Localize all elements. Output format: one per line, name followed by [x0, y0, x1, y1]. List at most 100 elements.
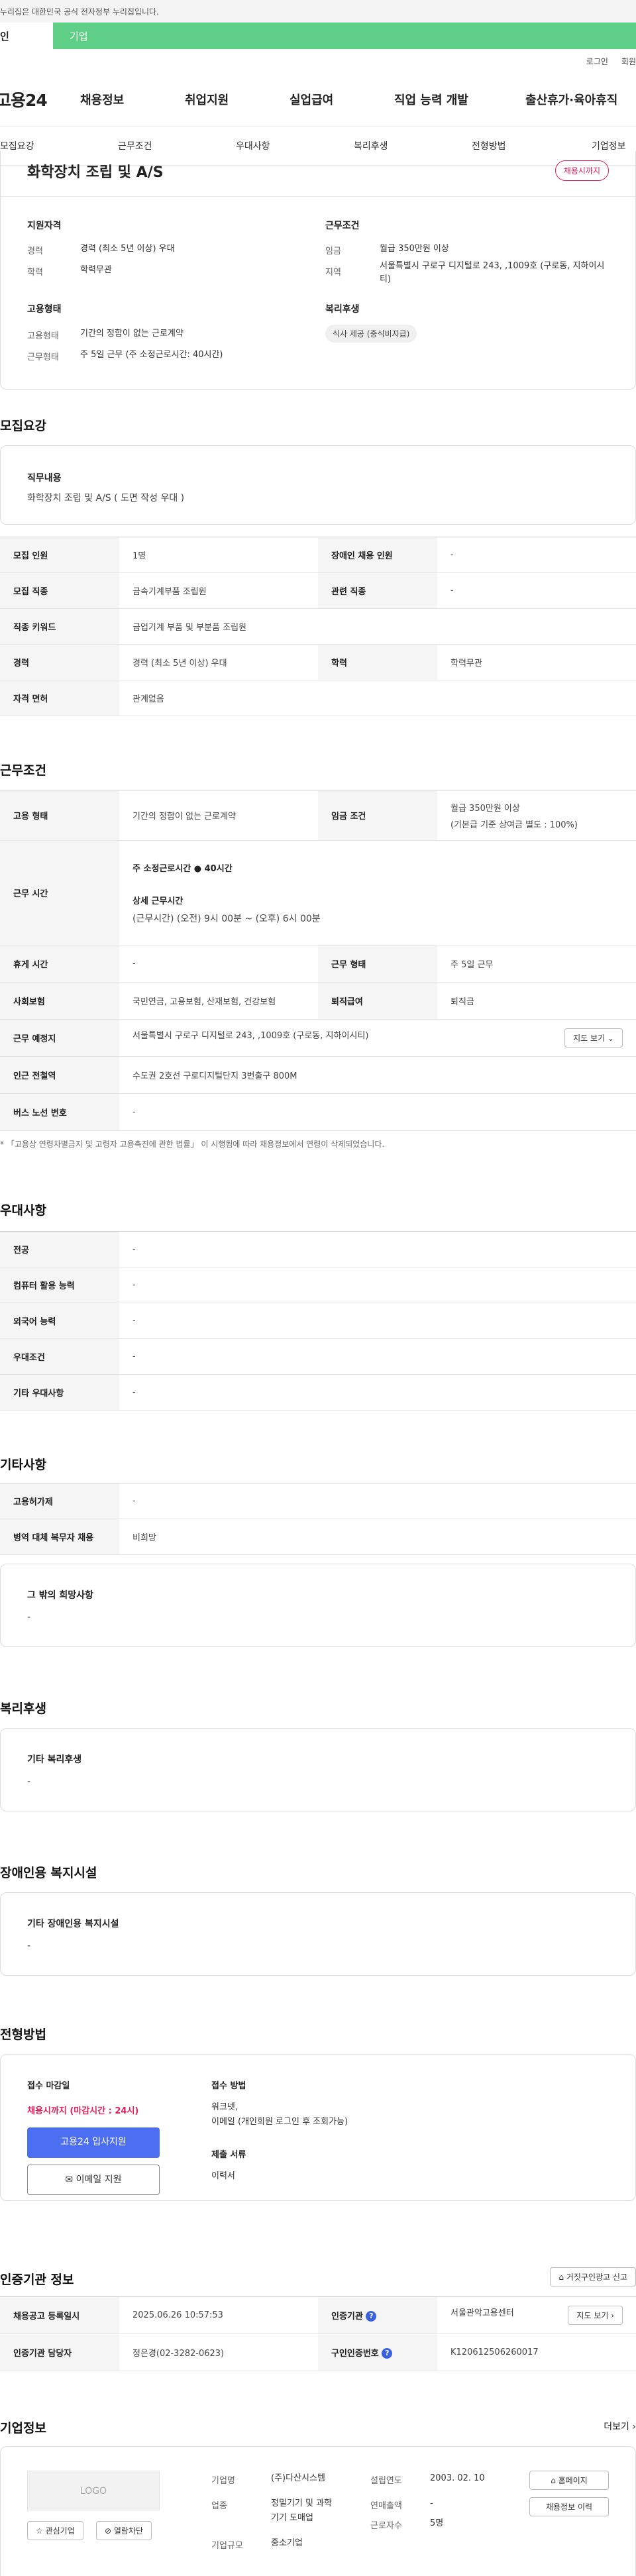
info-icon[interactable]: ? [382, 2348, 393, 2359]
table-header-cell: 기타 우대사항 [0, 1374, 119, 1411]
anchor-welfare[interactable]: 복리후생 [354, 139, 388, 152]
disability-title: 기타 장애인용 복지시설 [27, 1919, 119, 1929]
anchor-company[interactable]: 기업정보 [592, 139, 626, 152]
gnb-item-unemployment-benefit[interactable]: 실업급여 [290, 91, 394, 108]
company-key: 연매출액 [370, 2501, 402, 2511]
table-cell: 비희망 [119, 1519, 636, 1555]
email-apply-button[interactable]: ✉ 이메일 지원 [27, 2165, 160, 2195]
favorite-company-button[interactable]: ☆ 관심기업 [27, 2521, 83, 2540]
apply-button[interactable]: 고용24 입사지원 [27, 2127, 160, 2158]
other-wishes-value: - [27, 1612, 31, 1623]
homepage-button[interactable]: ⌂ 홈페이지 [529, 2471, 609, 2490]
table-header-cell: 자격 면허 [0, 680, 119, 716]
table-header-cell: 근무 예정지 [0, 1019, 119, 1057]
table-header-cell: 근무 형태 [318, 945, 437, 983]
duty-box: 직무내용 화학장치 조립 및 A/S ( 도면 작성 우대 ) [0, 445, 636, 525]
table-cell: 주 소정근로시간 ● 40시간 상세 근무시간 (근무시간) (오전) 9시 0… [119, 840, 636, 945]
table-row: 기타 우대사항 - [0, 1374, 636, 1411]
table-header-cell: 경력 [0, 644, 119, 680]
map-view-button[interactable]: 지도 보기 ⌄ [564, 1028, 623, 1047]
duty-title: 직무내용 [27, 473, 62, 484]
table-row: 고용 형태 기간의 정함이 없는 근로계약 임금 조건 월급 350만원 이상 … [0, 790, 636, 841]
section-title-etc: 기타사항 [0, 1458, 46, 1472]
table-cell: 기간의 정함이 없는 근로계약 [119, 790, 318, 841]
duty-text: 화학장치 조립 및 A/S ( 도면 작성 우대 ) [27, 493, 185, 504]
divider [1, 196, 635, 197]
table-cell: 서울특별시 구로구 디지털로 243, ,1009호 (구로동, 지하이시티) … [119, 1019, 636, 1057]
table-row: 자격 면허 관계없음 [0, 680, 636, 716]
company-value: 정밀기기 및 과학 [271, 2498, 332, 2508]
home-icon: ⌂ [558, 2273, 566, 2282]
gov-notice-text: 누리집은 대한민국 공식 전자정부 누리집입니다. [0, 7, 159, 17]
employment-heading: 고용형태 [27, 304, 62, 315]
table-cell: 관계없음 [119, 680, 636, 716]
summary-key: 학력 [27, 268, 43, 278]
recruit-table: 모집 인원 1명 장애인 채용 인원 - 모집 직종 금속기계부품 조립원 관련… [0, 537, 636, 716]
company-key: 근로자수 [370, 2521, 402, 2531]
table-header-cell: 고용 형태 [0, 790, 119, 841]
gnb-item-jobs[interactable]: 채용정보 [80, 91, 185, 108]
table-cell: - [119, 1093, 636, 1131]
tab-corporate[interactable]: 기업 [53, 23, 636, 49]
job-history-button[interactable]: 채용정보 이력 [529, 2497, 609, 2516]
table-cell: 2025.06.26 10:57:53 [119, 2296, 318, 2334]
cert-map-button[interactable]: 지도 보기 › [568, 2306, 623, 2325]
summary-value: 경력 (최소 5년 이상) 우대 [80, 244, 175, 254]
table-header-cell: 임금 조건 [318, 790, 437, 841]
table-row: 우대조건 - [0, 1338, 636, 1375]
summary-value: 서울특별시 구로구 디지털로 243, ,1009호 (구로동, 지하이시티) [380, 261, 605, 284]
table-header-cell: 구인인증번호 ? [318, 2334, 437, 2371]
block-view-button[interactable]: ⊘ 열람차단 [96, 2521, 152, 2540]
info-icon[interactable]: ? [366, 2311, 377, 2322]
company-value: 5명 [430, 2518, 444, 2528]
join-link[interactable]: 회원 [621, 56, 636, 67]
table-row: 경력 경력 (최소 5년 이상) 우대 학력 학력무관 [0, 644, 636, 680]
table-row: 고용허가제 - [0, 1483, 636, 1519]
job-summary-card: 화학장치 조립 및 A/S 채용시까지 지원자격 경력 경력 (최소 5년 이상… [0, 151, 636, 390]
other-wishes-title: 그 밖의 희망사항 [27, 1590, 93, 1601]
table-row: 병역 대체 복무자 채용 비희망 [0, 1519, 636, 1555]
false-ad-report-button[interactable]: ⌂ 거짓구인광고 신고 [550, 2267, 636, 2286]
table-row: 모집 인원 1명 장애인 채용 인원 - [0, 537, 636, 573]
work-cond-heading: 근무조건 [325, 221, 360, 231]
company-key: 기업명 [211, 2476, 235, 2486]
site-logo[interactable]: 고용24 [0, 87, 80, 111]
table-cell: 주 5일 근무 [437, 945, 636, 983]
summary-key: 근무형태 [27, 352, 59, 362]
section-title-recruit: 모집요강 [0, 419, 46, 433]
table-header-cell: 퇴직급여 [318, 982, 437, 1020]
table-header-cell: 인증기관 ? [318, 2296, 437, 2334]
table-row: 전공 - [0, 1231, 636, 1267]
table-cell: - [119, 1483, 636, 1519]
anchor-selection[interactable]: 전형방법 [472, 139, 506, 152]
anchor-conditions[interactable]: 근무조건 [118, 139, 152, 152]
selection-box: 접수 마감일 채용시까지 (마감시간 : 24시) 고용24 입사지원 ✉ 이메… [0, 2054, 636, 2201]
hours-detail-title: 상세 근무시간 [132, 896, 184, 906]
section-title-company: 기업정보 [0, 2421, 46, 2436]
age-law-note: * 「고용상 연령차별금지 및 고령자 고용촉진에 관한 법률」 이 시행됨에 … [0, 1140, 385, 1149]
table-cell: - [119, 1374, 636, 1411]
disability-value: - [27, 1941, 31, 1951]
table-header-cell: 모집 직종 [0, 572, 119, 609]
company-logo: LOGO [27, 2471, 160, 2510]
anchor-preference[interactable]: 우대사항 [236, 139, 270, 152]
table-header-cell: 관련 직종 [318, 572, 437, 609]
method-value: 이메일 (개인회원 로그인 후 조회가능) [211, 2117, 348, 2127]
table-row: 휴게 시간 - 근무 형태 주 5일 근무 [0, 945, 636, 983]
table-header-cell: 병역 대체 복무자 채용 [0, 1519, 119, 1555]
tab-personal[interactable]: 인 [0, 23, 53, 49]
gnb-item-parental-leave[interactable]: 출산휴가·육아휴직 [525, 91, 617, 108]
home-icon: ⌂ [551, 2476, 558, 2485]
table-cell: 경력 (최소 5년 이상) 우대 [119, 644, 318, 680]
login-link[interactable]: 로그인 [586, 56, 608, 67]
welfare-heading: 복리후생 [325, 304, 360, 315]
table-cell: 국민연금, 고용보험, 산재보험, 건강보험 [119, 982, 318, 1020]
company-key: 업종 [211, 2501, 227, 2511]
anchor-recruit[interactable]: 모집요강 [0, 139, 34, 152]
gnb-item-training[interactable]: 직업 능력 개발 [394, 91, 525, 108]
company-more-link[interactable]: 더보기 › [604, 2420, 636, 2433]
section-title-selection: 전형방법 [0, 2027, 46, 2042]
email-apply-label: 이메일 지원 [76, 2174, 122, 2185]
gnb-item-employment-support[interactable]: 취업지원 [185, 91, 290, 108]
table-cell: 1명 [119, 537, 318, 573]
